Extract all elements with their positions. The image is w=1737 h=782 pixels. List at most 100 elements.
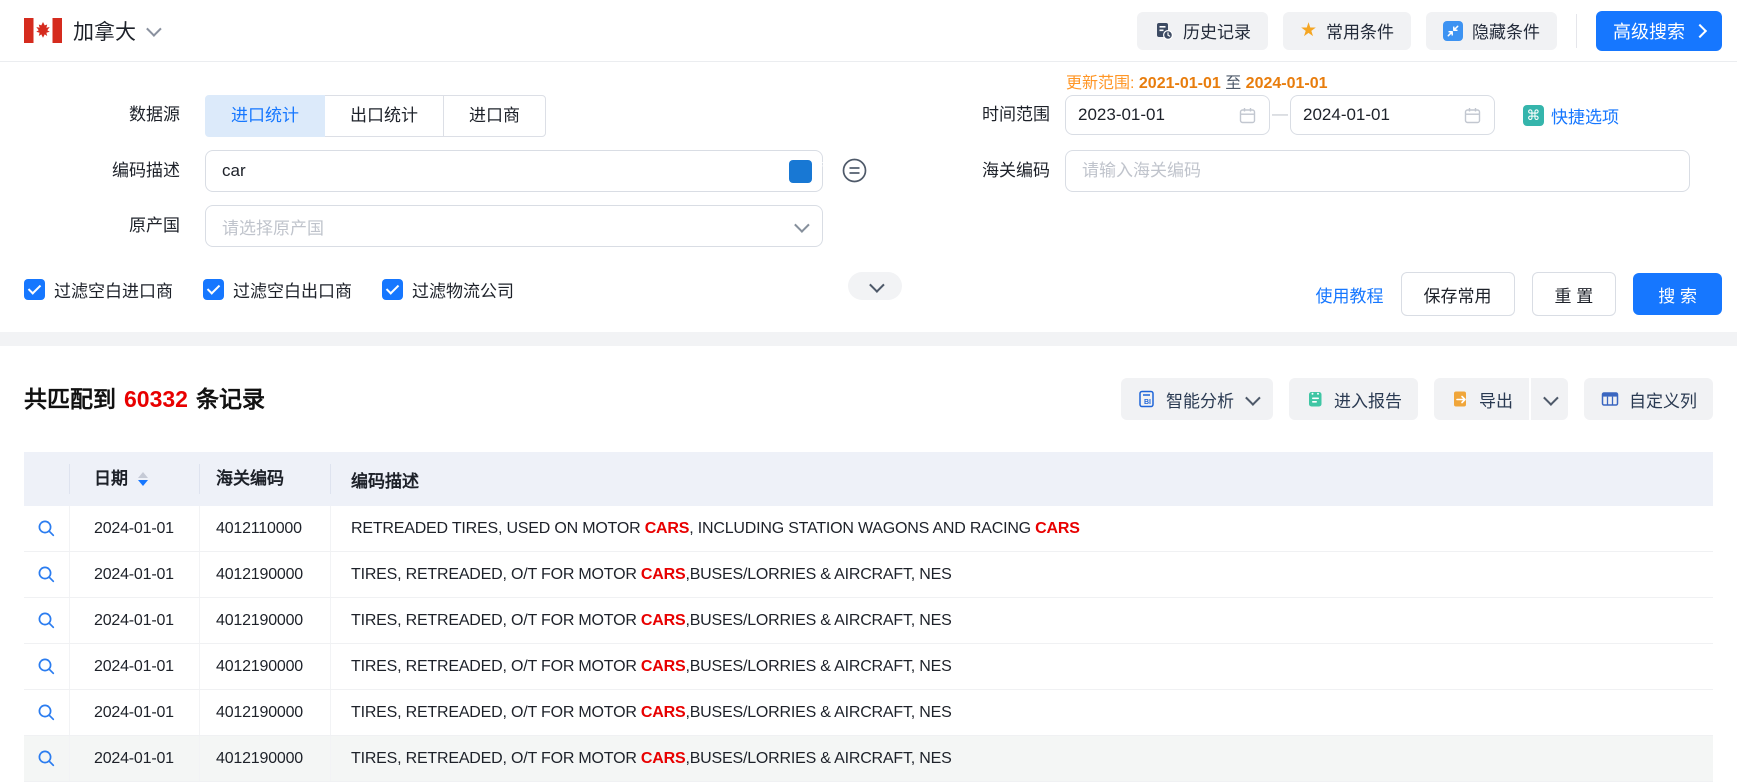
- header-date[interactable]: 日期: [70, 464, 200, 494]
- calendar-icon: [1463, 106, 1482, 125]
- row-description: TIRES, RETREADED, O/T FOR MOTOR CARS,BUS…: [331, 658, 1713, 676]
- chevron-down-icon: [1543, 390, 1559, 406]
- history-icon: [1154, 21, 1174, 41]
- tab-import-statistics[interactable]: 进口统计: [205, 95, 325, 137]
- table-row: 2024-01-01 4012190000 TIRES, RETREADED, …: [24, 644, 1713, 690]
- summary-suffix: 条记录: [196, 386, 265, 412]
- collapse-icon: [1443, 21, 1463, 41]
- enter-report-button[interactable]: 进入报告: [1289, 378, 1418, 420]
- time-range-label: 时间范围: [930, 95, 1050, 135]
- sort-desc-icon: [138, 480, 148, 486]
- history-button[interactable]: 历史记录: [1137, 12, 1268, 50]
- datasource-tabs: 进口统计 出口统计 进口商: [205, 95, 546, 137]
- row-date: 2024-01-01: [70, 552, 200, 597]
- filter-label: 过滤空白进口商: [54, 277, 173, 302]
- country-name: 加拿大: [73, 16, 136, 46]
- divider: [1576, 14, 1577, 48]
- custom-columns-label: 自定义列: [1629, 387, 1697, 412]
- origin-select[interactable]: 请选择原产国: [205, 205, 823, 247]
- topbar-actions: 历史记录 ★ 常用条件 隐藏条件 高级搜索: [1137, 11, 1722, 51]
- command-icon: ⌘: [1523, 105, 1544, 126]
- checkbox-checked-icon[interactable]: [203, 279, 224, 300]
- sort-control[interactable]: [138, 472, 148, 486]
- row-description: TIRES, RETREADED, O/T FOR MOTOR CARS,BUS…: [331, 704, 1713, 722]
- smart-analysis-button[interactable]: BI 智能分析: [1121, 378, 1273, 420]
- filter-blank-exporter[interactable]: 过滤空白出口商: [203, 277, 352, 302]
- translate-icon[interactable]: 中A: [789, 160, 812, 183]
- search-button[interactable]: 搜 索: [1633, 273, 1722, 315]
- export-button[interactable]: 导出: [1434, 378, 1529, 420]
- table-row: 2024-01-01 4012190000 TIRES, RETREADED, …: [24, 690, 1713, 736]
- results-summary: 共匹配到60332条记录: [24, 380, 265, 414]
- hide-conditions-button[interactable]: 隐藏条件: [1426, 12, 1557, 50]
- quick-options-button[interactable]: ⌘ 快捷选项: [1523, 95, 1619, 135]
- results-toolbar: BI 智能分析 进入报告: [1121, 378, 1713, 420]
- export-icon: [1450, 389, 1470, 409]
- hs-code-input[interactable]: [1080, 160, 1679, 182]
- country-selector[interactable]: 加拿大: [24, 16, 158, 46]
- app-page: 加拿大 历史记录 ★ 常用条件: [0, 0, 1737, 774]
- report-icon: [1305, 389, 1325, 409]
- filter-label: 过滤空白出口商: [233, 277, 352, 302]
- results-count: 60332: [124, 386, 188, 412]
- update-range-label: 更新范围:: [1066, 75, 1134, 92]
- form-actions: 使用教程 保存常用 重 置 搜 索: [1316, 272, 1722, 316]
- update-range-from: 2021-01-01: [1139, 75, 1221, 92]
- origin-label: 原产国: [60, 205, 180, 247]
- expand-more-button[interactable]: [848, 272, 902, 300]
- code-desc-field: 中A: [205, 150, 823, 192]
- header-description: 编码描述: [331, 467, 1713, 492]
- checkbox-checked-icon[interactable]: [24, 279, 45, 300]
- header-date-label: 日期: [94, 464, 128, 494]
- favorites-button[interactable]: ★ 常用条件: [1283, 12, 1411, 50]
- reset-button[interactable]: 重 置: [1532, 272, 1617, 316]
- magnifier-icon[interactable]: [37, 749, 56, 768]
- table-body: 2024-01-01 4012110000 RETREADED TIRES, U…: [24, 506, 1713, 782]
- row-code: 4012190000: [200, 644, 331, 689]
- results-table: 日期 海关编码 编码描述 2024-01-01 4012110000 RETRE…: [24, 452, 1713, 782]
- row-date: 2024-01-01: [70, 506, 200, 551]
- table-row: 2024-01-01 4012110000 RETREADED TIRES, U…: [24, 506, 1713, 552]
- date-to-input[interactable]: 2024-01-01: [1290, 95, 1495, 135]
- header-action-col: [24, 464, 70, 494]
- tab-importers[interactable]: 进口商: [443, 95, 546, 137]
- filter-blank-importer[interactable]: 过滤空白进口商: [24, 277, 173, 302]
- magnifier-icon[interactable]: [37, 565, 56, 584]
- magnifier-icon[interactable]: [37, 657, 56, 676]
- filter-logistics[interactable]: 过滤物流公司: [382, 277, 514, 302]
- chevron-down-icon: [1245, 390, 1261, 406]
- magnifier-icon[interactable]: [37, 611, 56, 630]
- update-range: 更新范围: 2021-01-01 至 2024-01-01: [1066, 69, 1328, 93]
- filter-label: 过滤物流公司: [412, 277, 514, 302]
- topbar: 加拿大 历史记录 ★ 常用条件: [0, 0, 1737, 62]
- bi-analysis-icon: BI: [1137, 389, 1157, 409]
- row-date: 2024-01-01: [70, 644, 200, 689]
- tab-export-statistics[interactable]: 出口统计: [324, 95, 444, 137]
- synonym-icon[interactable]: [841, 157, 868, 184]
- table-header: 日期 海关编码 编码描述: [24, 452, 1713, 506]
- chevron-right-icon: [1693, 23, 1707, 37]
- magnifier-icon[interactable]: [37, 703, 56, 722]
- update-range-to-word: 至: [1225, 75, 1241, 92]
- advanced-search-label: 高级搜索: [1613, 18, 1685, 44]
- section-divider: [0, 332, 1737, 346]
- star-icon: ★: [1300, 21, 1317, 40]
- calendar-icon: [1238, 106, 1257, 125]
- advanced-search-button[interactable]: 高级搜索: [1596, 11, 1722, 51]
- chevron-down-icon: [146, 21, 162, 37]
- date-from-input[interactable]: 2023-01-01: [1065, 95, 1270, 135]
- tutorial-link[interactable]: 使用教程: [1316, 282, 1384, 307]
- quick-options-label: 快捷选项: [1551, 103, 1619, 128]
- magnifier-icon[interactable]: [37, 519, 56, 538]
- checkbox-checked-icon[interactable]: [382, 279, 403, 300]
- date-separator: —: [1272, 95, 1288, 135]
- export-options-button[interactable]: [1531, 378, 1568, 420]
- row-date: 2024-01-01: [70, 736, 200, 781]
- save-favorite-button[interactable]: 保存常用: [1401, 272, 1515, 316]
- custom-columns-button[interactable]: 自定义列: [1584, 378, 1713, 420]
- filter-checkboxes: 过滤空白进口商 过滤空白出口商 过滤物流公司: [24, 277, 514, 302]
- date-from-value: 2023-01-01: [1078, 105, 1165, 125]
- code-desc-label: 编码描述: [60, 150, 180, 192]
- hs-code-label: 海关编码: [930, 150, 1050, 192]
- row-code: 4012190000: [200, 736, 331, 781]
